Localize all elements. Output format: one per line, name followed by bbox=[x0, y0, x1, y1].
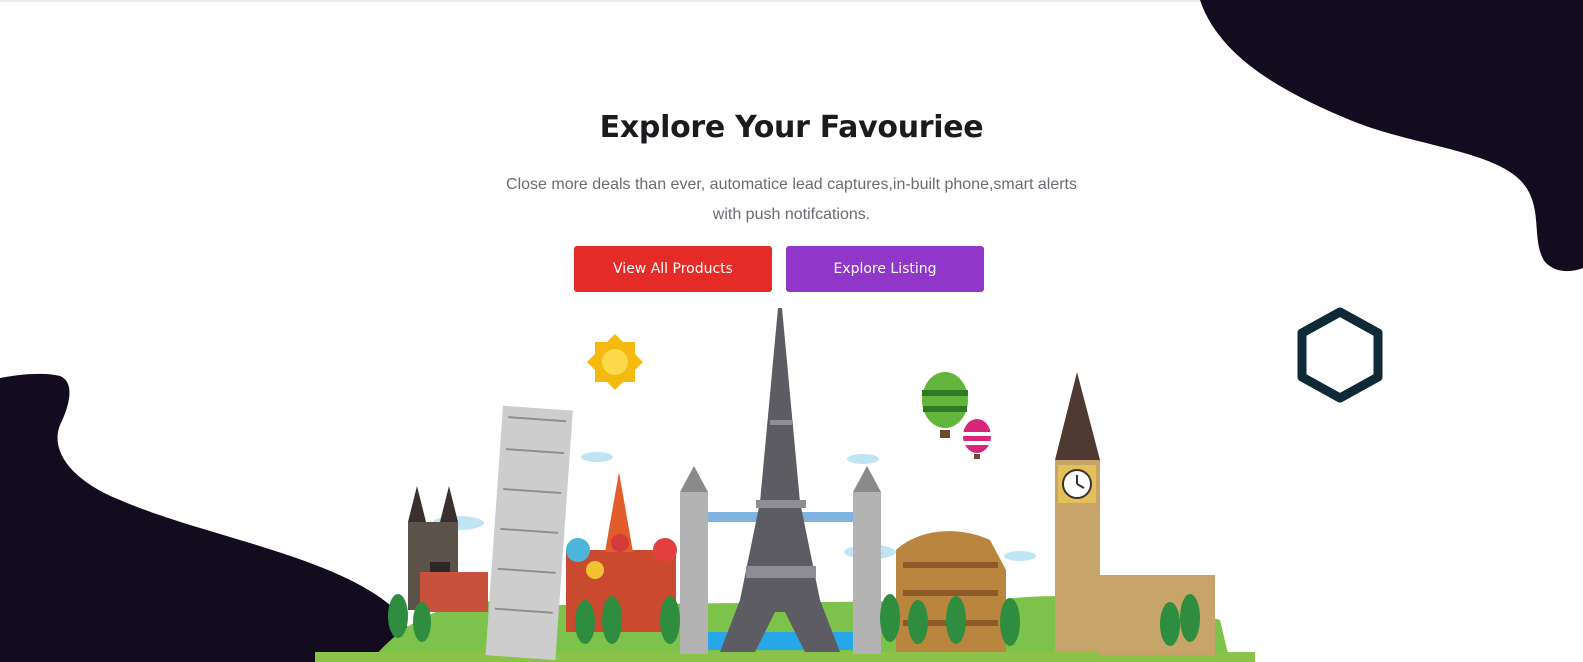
balloon-icon bbox=[963, 419, 991, 459]
page-title: Explore Your Favouriee bbox=[599, 110, 984, 145]
balloon-icon bbox=[922, 372, 968, 438]
landmarks-illustration bbox=[315, 308, 1255, 662]
hexagon-icon bbox=[1297, 307, 1383, 403]
sun-icon bbox=[587, 334, 643, 390]
view-all-products-button[interactable]: View All Products bbox=[574, 246, 772, 292]
explore-listing-button[interactable]: Explore Listing bbox=[786, 246, 984, 292]
hero-subtitle: Close more deals than ever, automatice l… bbox=[506, 176, 1077, 223]
